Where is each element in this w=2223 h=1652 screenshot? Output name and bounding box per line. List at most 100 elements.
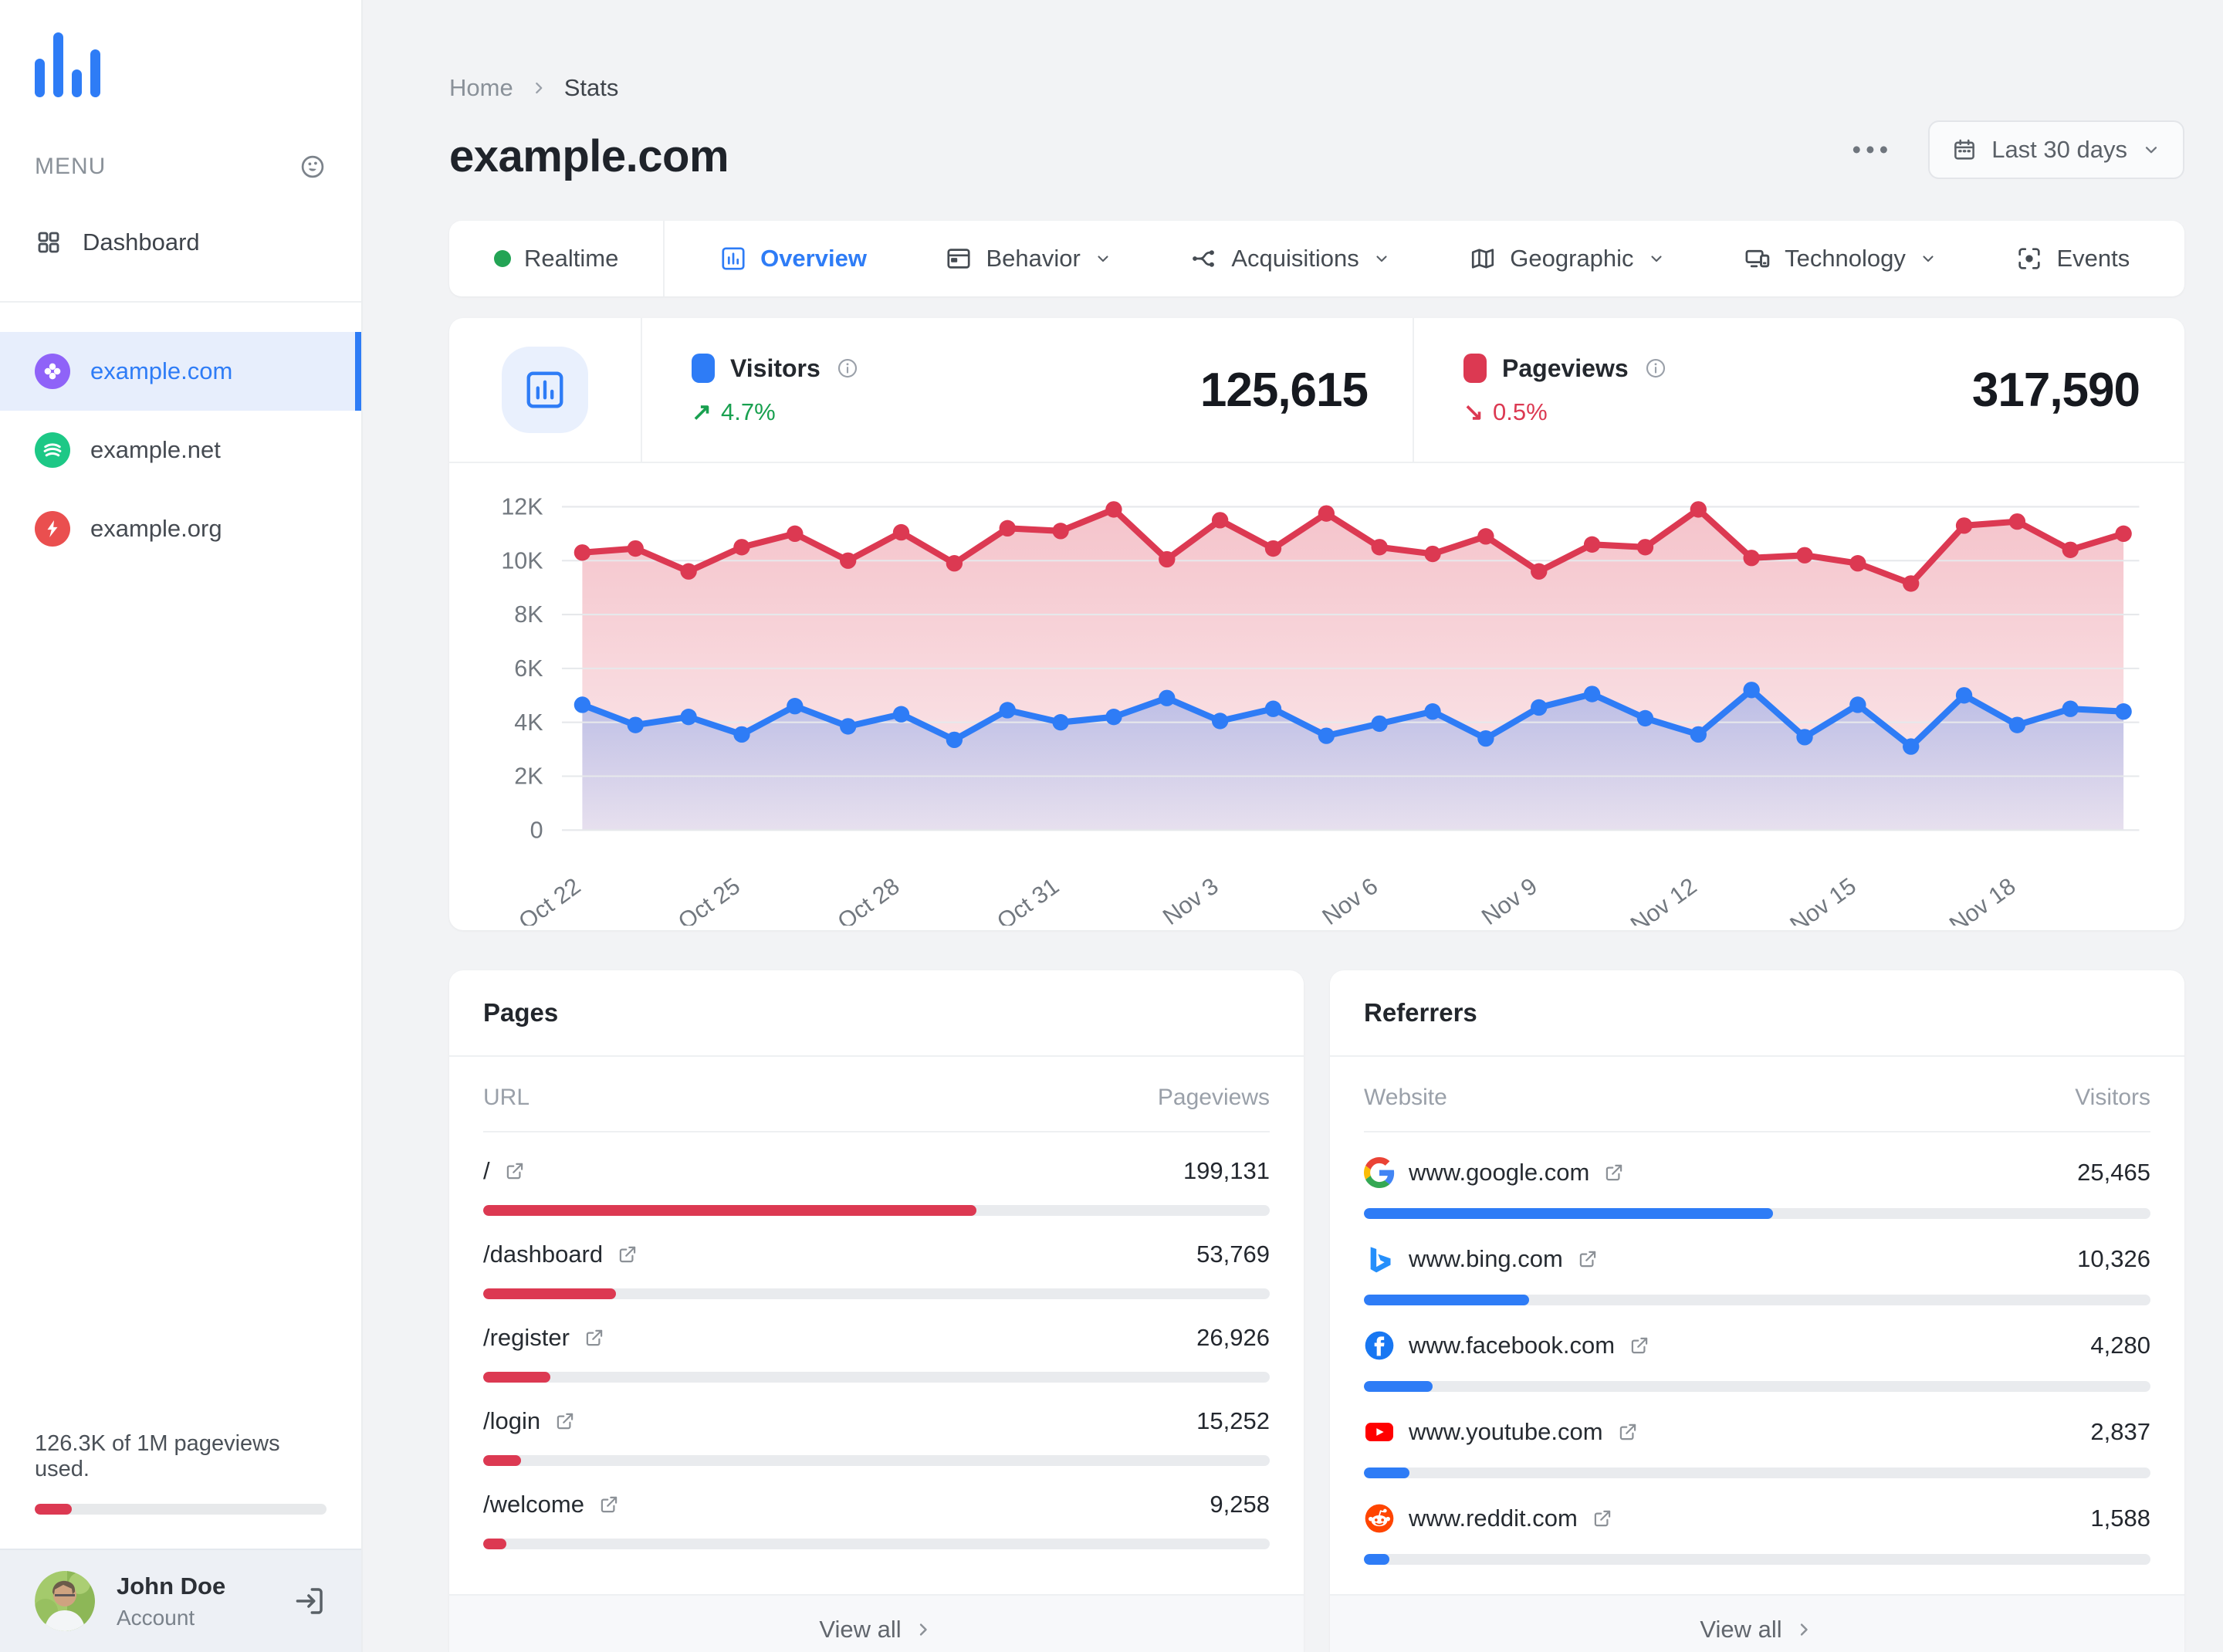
info-icon[interactable] [1644,357,1667,380]
chevron-down-icon [1919,249,1937,268]
visitors-delta-value: 4.7% [720,398,776,425]
account-section[interactable]: John Doe Account [0,1549,361,1652]
svg-text:10K: 10K [501,547,543,574]
tab-label: Overview [760,245,867,272]
view-all-label: View all [1700,1616,1782,1644]
chevron-right-icon [529,78,549,98]
sidebar-item-example.net[interactable]: example.net [0,411,361,489]
bar-chart-glyph-icon [523,367,567,412]
page-url[interactable]: / [483,1157,490,1185]
site-name: example.org [90,515,222,542]
trend-arrow-icon: ↘ [1463,398,1484,425]
bar-chart-icon [502,347,588,433]
tab-overview[interactable]: Overview [719,245,867,273]
logout-icon[interactable] [293,1584,327,1618]
app-logo-icon [35,31,327,97]
sidebar-item-dashboard[interactable]: Dashboard [35,229,327,256]
svg-text:Oct 31: Oct 31 [993,873,1064,926]
reddit-favicon [1364,1503,1395,1534]
info-icon[interactable] [836,357,859,380]
referrer-value: 2,837 [2090,1418,2150,1446]
column-website: Website [1364,1085,1447,1111]
tab-label: Acquisitions [1231,245,1359,272]
account-name: John Doe [117,1572,226,1600]
column-url: URL [483,1085,530,1111]
page-row: /dashboard 53,769 [483,1216,1270,1300]
view-all-button[interactable]: View all [449,1594,1304,1652]
page-value: 53,769 [1196,1241,1270,1268]
persona-icon[interactable] [299,153,327,181]
external-link-icon[interactable] [1603,1162,1625,1183]
account-info: John Doe Account [117,1572,225,1630]
facebook-favicon [1364,1330,1395,1361]
value-bar [1364,1295,2150,1306]
referrer-value: 10,326 [2077,1245,2150,1273]
breadcrumb-home[interactable]: Home [449,74,513,102]
referrer-site[interactable]: www.bing.com [1409,1245,1563,1273]
external-link-icon[interactable] [504,1160,526,1182]
acquisitions-icon [1190,245,1218,273]
external-link-icon[interactable] [1629,1335,1650,1356]
youtube-favicon [1364,1417,1395,1447]
tab-acquisitions[interactable]: Acquisitions [1190,245,1390,273]
tab-events[interactable]: Events [2015,245,2130,273]
pageviews-stat: Pageviews ↘ 0.5% 317,590 [1413,318,2184,462]
page-url[interactable]: /dashboard [483,1241,603,1268]
sidebar-item-example.org[interactable]: example.org [0,489,361,568]
page-url[interactable]: /login [483,1407,540,1435]
pageviews-value: 317,590 [1971,363,2140,417]
tab-geographic[interactable]: Geographic [1469,245,1665,273]
date-range-button[interactable]: Last 30 days [1928,120,2184,179]
more-options-button[interactable]: ••• [1852,135,1893,164]
title-row: example.com ••• Last 30 days [449,120,2184,182]
visitors-swatch [692,354,715,383]
referrer-site[interactable]: www.facebook.com [1409,1332,1615,1359]
svg-text:Oct 28: Oct 28 [833,873,905,926]
referrer-site[interactable]: www.google.com [1409,1159,1589,1187]
referrer-row: www.google.com 25,465 [1364,1132,2150,1220]
chevron-down-icon [1372,249,1391,268]
calendar-icon [1951,137,1978,163]
value-bar [483,1205,1270,1217]
column-headers: Website Visitors [1364,1057,2150,1133]
svg-text:Nov 15: Nov 15 [1785,873,1861,926]
svg-text:Oct 25: Oct 25 [673,873,745,926]
svg-text:Nov 18: Nov 18 [1944,873,2020,926]
site-name: example.com [90,357,233,384]
external-link-icon[interactable] [1617,1421,1639,1443]
page-row: /register 26,926 [483,1299,1270,1383]
external-link-icon[interactable] [617,1244,638,1265]
tab-behavior[interactable]: Behavior [945,245,1112,273]
bolt-site-icon [35,511,70,547]
referrer-row: www.facebook.com 4,280 [1364,1305,2150,1393]
breadcrumb-stats: Stats [563,74,619,101]
external-link-icon[interactable] [584,1327,605,1349]
page-url[interactable]: /register [483,1324,570,1352]
tab-technology[interactable]: Technology [1744,245,1937,273]
pageviews-delta-value: 0.5% [1492,398,1548,425]
referrer-site[interactable]: www.youtube.com [1409,1418,1603,1446]
chevron-right-icon [912,1619,934,1640]
tab-realtime[interactable]: Realtime [494,245,618,273]
external-link-icon[interactable] [1592,1508,1613,1529]
events-icon [2015,245,2043,273]
referrer-site[interactable]: www.reddit.com [1409,1505,1578,1532]
date-range-label: Last 30 days [1991,136,2127,163]
menu-header: MENU [35,153,327,181]
stats-row: Visitors ↗ 4.7% 125,615 Pageviews ↘ 0.5%… [449,318,2184,463]
external-link-icon[interactable] [554,1410,576,1432]
chevron-right-icon [1793,1619,1815,1640]
value-bar [483,1455,1270,1467]
waves-site-icon [35,432,70,468]
view-all-button[interactable]: View all [1330,1594,2184,1652]
page-url[interactable]: /welcome [483,1491,584,1518]
external-link-icon[interactable] [598,1494,620,1515]
svg-text:8K: 8K [514,601,543,628]
external-link-icon[interactable] [1577,1248,1599,1270]
value-bar [483,1539,1270,1550]
sidebar-item-example.com[interactable]: example.com [0,332,361,411]
view-all-label: View all [819,1616,902,1644]
value-bar [483,1372,1270,1383]
chevron-down-icon [1094,249,1112,268]
visitors-stat: Visitors ↗ 4.7% 125,615 [642,318,1413,462]
